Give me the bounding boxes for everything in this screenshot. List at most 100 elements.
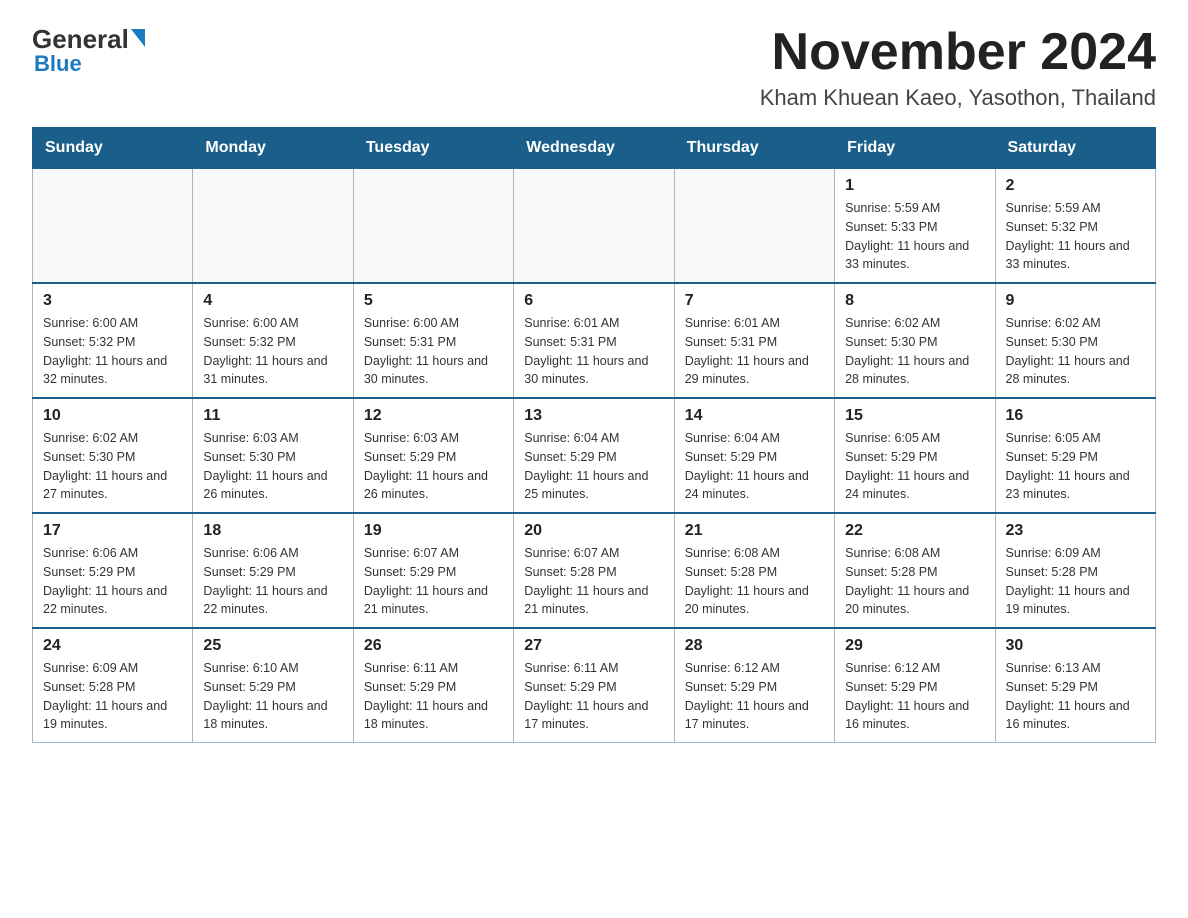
day-number: 20 [524, 522, 663, 540]
day-number: 22 [845, 522, 984, 540]
calendar-week-row: 17 Sunrise: 6:06 AMSunset: 5:29 PMDayligh… [33, 513, 1156, 628]
day-info: Sunrise: 6:00 AMSunset: 5:32 PMDaylight:… [203, 314, 342, 389]
day-number: 30 [1006, 637, 1145, 655]
calendar-cell: 5Sunrise: 6:00 AMSunset: 5:31 PMDaylight… [353, 283, 513, 398]
calendar-week-row: 1 Sunrise: 5:59 AMSunset: 5:33 PMDaylight… [33, 168, 1156, 283]
calendar-cell: 2 Sunrise: 5:59 AMSunset: 5:32 PMDaylight… [995, 168, 1155, 283]
calendar-cell: 11Sunrise: 6:03 AMSunset: 5:30 PMDayligh… [193, 398, 353, 513]
day-info: Sunrise: 6:06 AMSunset: 5:29 PMDaylight:… [43, 544, 182, 619]
day-info: Sunrise: 6:00 AMSunset: 5:32 PMDaylight:… [43, 314, 182, 389]
day-number: 14 [685, 407, 824, 425]
day-info: Sunrise: 5:59 AMSunset: 5:32 PMDaylight:… [1006, 199, 1145, 274]
day-info: Sunrise: 6:08 AMSunset: 5:28 PMDaylight:… [845, 544, 984, 619]
day-info: Sunrise: 6:02 AMSunset: 5:30 PMDaylight:… [845, 314, 984, 389]
calendar-cell: 23 Sunrise: 6:09 AMSunset: 5:28 PMDayligh… [995, 513, 1155, 628]
calendar-cell: 24Sunrise: 6:09 AMSunset: 5:28 PMDayligh… [33, 628, 193, 743]
calendar-cell: 25 Sunrise: 6:10 AMSunset: 5:29 PMDayligh… [193, 628, 353, 743]
day-of-week-header: Saturday [995, 128, 1155, 168]
day-info: Sunrise: 6:11 AMSunset: 5:29 PMDaylight:… [364, 659, 503, 734]
day-number: 23 [1006, 522, 1145, 540]
day-number: 28 [685, 637, 824, 655]
day-number: 8 [845, 292, 984, 310]
day-of-week-header: Monday [193, 128, 353, 168]
day-of-week-header: Friday [835, 128, 995, 168]
calendar-week-row: 24Sunrise: 6:09 AMSunset: 5:28 PMDayligh… [33, 628, 1156, 743]
day-number: 17 [43, 522, 182, 540]
day-of-week-header: Wednesday [514, 128, 674, 168]
calendar-cell: 14 Sunrise: 6:04 AMSunset: 5:29 PMDayligh… [674, 398, 834, 513]
calendar-cell [674, 168, 834, 283]
calendar-cell [353, 168, 513, 283]
day-info: Sunrise: 6:03 AMSunset: 5:29 PMDaylight:… [364, 429, 503, 504]
calendar-week-row: 10Sunrise: 6:02 AMSunset: 5:30 PMDayligh… [33, 398, 1156, 513]
day-info: Sunrise: 6:02 AMSunset: 5:30 PMDaylight:… [1006, 314, 1145, 389]
calendar-cell: 4 Sunrise: 6:00 AMSunset: 5:32 PMDaylight… [193, 283, 353, 398]
month-title: November 2024 [760, 24, 1156, 81]
day-number: 25 [203, 637, 342, 655]
calendar-cell: 1 Sunrise: 5:59 AMSunset: 5:33 PMDaylight… [835, 168, 995, 283]
calendar-cell: 30Sunrise: 6:13 AMSunset: 5:29 PMDayligh… [995, 628, 1155, 743]
title-area: November 2024 Kham Khuean Kaeo, Yasothon… [760, 24, 1156, 111]
calendar-cell: 20 Sunrise: 6:07 AMSunset: 5:28 PMDayligh… [514, 513, 674, 628]
day-number: 4 [203, 292, 342, 310]
day-info: Sunrise: 6:08 AMSunset: 5:28 PMDaylight:… [685, 544, 824, 619]
calendar: SundayMondayTuesdayWednesdayThursdayFrid… [32, 127, 1156, 743]
day-number: 24 [43, 637, 182, 655]
day-number: 6 [524, 292, 663, 310]
calendar-header-row: SundayMondayTuesdayWednesdayThursdayFrid… [33, 128, 1156, 168]
day-number: 2 [1006, 177, 1145, 195]
day-number: 21 [685, 522, 824, 540]
day-info: Sunrise: 5:59 AMSunset: 5:33 PMDaylight:… [845, 199, 984, 274]
calendar-cell: 10Sunrise: 6:02 AMSunset: 5:30 PMDayligh… [33, 398, 193, 513]
day-info: Sunrise: 6:12 AMSunset: 5:29 PMDaylight:… [845, 659, 984, 734]
day-number: 3 [43, 292, 182, 310]
calendar-cell: 29 Sunrise: 6:12 AMSunset: 5:29 PMDayligh… [835, 628, 995, 743]
day-number: 26 [364, 637, 503, 655]
day-info: Sunrise: 6:01 AMSunset: 5:31 PMDaylight:… [685, 314, 824, 389]
logo-blue: Blue [34, 51, 82, 77]
day-number: 16 [1006, 407, 1145, 425]
calendar-cell: 3 Sunrise: 6:00 AMSunset: 5:32 PMDaylight… [33, 283, 193, 398]
day-info: Sunrise: 6:05 AMSunset: 5:29 PMDaylight:… [845, 429, 984, 504]
calendar-cell: 21 Sunrise: 6:08 AMSunset: 5:28 PMDayligh… [674, 513, 834, 628]
calendar-cell: 18Sunrise: 6:06 AMSunset: 5:29 PMDayligh… [193, 513, 353, 628]
day-info: Sunrise: 6:04 AMSunset: 5:29 PMDaylight:… [685, 429, 824, 504]
logo: General Blue [32, 24, 145, 77]
day-number: 9 [1006, 292, 1145, 310]
calendar-cell: 28 Sunrise: 6:12 AMSunset: 5:29 PMDayligh… [674, 628, 834, 743]
day-number: 29 [845, 637, 984, 655]
header-area: General Blue November 2024 Kham Khuean K… [32, 24, 1156, 111]
calendar-cell: 7 Sunrise: 6:01 AMSunset: 5:31 PMDaylight… [674, 283, 834, 398]
day-info: Sunrise: 6:07 AMSunset: 5:28 PMDaylight:… [524, 544, 663, 619]
day-info: Sunrise: 6:00 AMSunset: 5:31 PMDaylight:… [364, 314, 503, 389]
calendar-cell: 9 Sunrise: 6:02 AMSunset: 5:30 PMDaylight… [995, 283, 1155, 398]
day-of-week-header: Sunday [33, 128, 193, 168]
day-number: 19 [364, 522, 503, 540]
calendar-cell: 15Sunrise: 6:05 AMSunset: 5:29 PMDayligh… [835, 398, 995, 513]
day-info: Sunrise: 6:07 AMSunset: 5:29 PMDaylight:… [364, 544, 503, 619]
day-info: Sunrise: 6:12 AMSunset: 5:29 PMDaylight:… [685, 659, 824, 734]
day-info: Sunrise: 6:01 AMSunset: 5:31 PMDaylight:… [524, 314, 663, 389]
day-number: 7 [685, 292, 824, 310]
calendar-week-row: 3 Sunrise: 6:00 AMSunset: 5:32 PMDaylight… [33, 283, 1156, 398]
calendar-cell: 13 Sunrise: 6:04 AMSunset: 5:29 PMDayligh… [514, 398, 674, 513]
day-number: 1 [845, 177, 984, 195]
day-number: 18 [203, 522, 342, 540]
day-number: 13 [524, 407, 663, 425]
day-info: Sunrise: 6:11 AMSunset: 5:29 PMDaylight:… [524, 659, 663, 734]
calendar-cell: 6 Sunrise: 6:01 AMSunset: 5:31 PMDaylight… [514, 283, 674, 398]
logo-triangle-icon [131, 29, 145, 47]
day-info: Sunrise: 6:09 AMSunset: 5:28 PMDaylight:… [1006, 544, 1145, 619]
calendar-cell: 26 Sunrise: 6:11 AMSunset: 5:29 PMDayligh… [353, 628, 513, 743]
day-info: Sunrise: 6:04 AMSunset: 5:29 PMDaylight:… [524, 429, 663, 504]
day-number: 27 [524, 637, 663, 655]
day-number: 10 [43, 407, 182, 425]
calendar-cell: 8 Sunrise: 6:02 AMSunset: 5:30 PMDaylight… [835, 283, 995, 398]
day-info: Sunrise: 6:10 AMSunset: 5:29 PMDaylight:… [203, 659, 342, 734]
day-of-week-header: Tuesday [353, 128, 513, 168]
day-number: 12 [364, 407, 503, 425]
calendar-cell [514, 168, 674, 283]
calendar-cell: 27 Sunrise: 6:11 AMSunset: 5:29 PMDayligh… [514, 628, 674, 743]
day-info: Sunrise: 6:03 AMSunset: 5:30 PMDaylight:… [203, 429, 342, 504]
day-info: Sunrise: 6:05 AMSunset: 5:29 PMDaylight:… [1006, 429, 1145, 504]
